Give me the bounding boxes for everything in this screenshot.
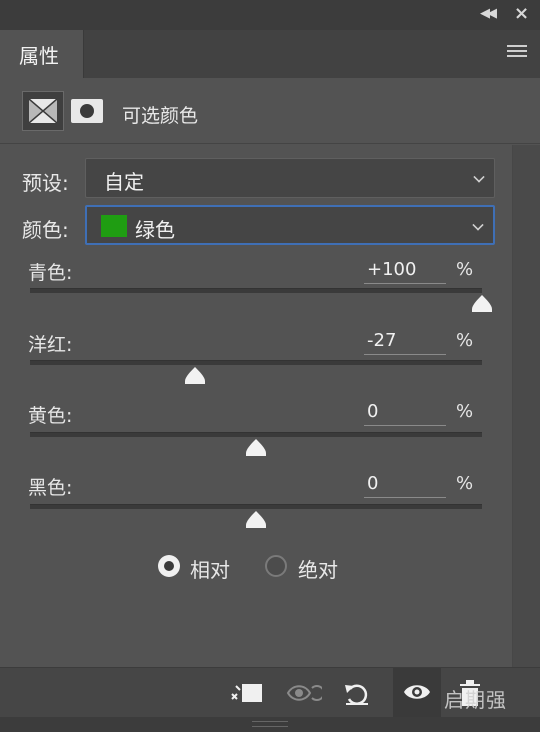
relative-label: 相对 [190, 558, 230, 582]
panel-title-bar: ◀◀ × [0, 0, 540, 30]
magenta-percent: % [456, 330, 474, 351]
cyan-value: +100 [367, 259, 417, 280]
yellow-label: 黄色: [28, 405, 73, 427]
watermark-text: 启期强 [444, 688, 507, 712]
black-percent: % [456, 473, 474, 494]
tab-bar: 属性 [0, 30, 540, 78]
resize-grip[interactable] [0, 717, 540, 732]
magenta-value: -27 [367, 330, 397, 351]
color-swatch [101, 215, 127, 237]
yellow-percent: % [456, 401, 474, 422]
adjustment-header: 可选颜色 [0, 78, 540, 144]
tab-properties[interactable]: 属性 [0, 30, 84, 78]
adjustment-icon-button[interactable] [22, 91, 64, 131]
grip-lines-icon [252, 721, 288, 727]
close-icon[interactable]: × [514, 3, 529, 24]
tab-label: 属性 [19, 44, 59, 68]
preset-label: 预设: [22, 171, 69, 195]
visibility-toggle-button[interactable] [393, 668, 441, 718]
black-label: 黑色: [28, 477, 73, 499]
cyan-label: 青色: [28, 262, 73, 284]
absolute-label: 绝对 [298, 558, 338, 582]
colors-label: 颜色: [22, 218, 69, 242]
yellow-slider-thumb[interactable] [246, 439, 266, 456]
black-slider-thumb[interactable] [246, 511, 266, 528]
magenta-value-field[interactable]: -27 [364, 329, 446, 355]
magenta-label: 洋红: [28, 334, 73, 356]
preset-value: 自定 [104, 170, 144, 194]
black-slider-track[interactable] [30, 504, 482, 509]
magenta-slider-thumb[interactable] [184, 367, 205, 384]
properties-content: 预设: 自定 颜色: 绿色 青色: +100 % 洋红: -27 % 黄色: 0… [0, 145, 512, 667]
black-value: 0 [367, 473, 379, 494]
clip-to-layer-icon[interactable] [230, 680, 264, 706]
chevron-down-icon [473, 171, 485, 183]
adjustment-title: 可选颜色 [122, 105, 199, 127]
cyan-percent: % [456, 259, 474, 280]
collapse-panel-icon[interactable]: ◀◀ [480, 6, 497, 21]
colors-dropdown[interactable]: 绿色 [85, 205, 495, 245]
panel-menu-icon[interactable] [507, 45, 527, 61]
cyan-slider-track[interactable] [30, 288, 482, 293]
selective-color-icon [29, 99, 57, 123]
yellow-value: 0 [367, 401, 379, 422]
reset-icon[interactable] [342, 680, 372, 706]
colors-value: 绿色 [135, 218, 175, 242]
layer-mask-icon[interactable] [71, 99, 103, 123]
magenta-slider-track[interactable] [30, 360, 482, 365]
relative-radio[interactable] [158, 555, 180, 577]
view-previous-state-icon[interactable] [286, 680, 322, 706]
cyan-value-field[interactable]: +100 [364, 258, 446, 284]
chevron-down-icon [472, 219, 484, 231]
yellow-value-field[interactable]: 0 [364, 400, 446, 426]
cyan-slider-thumb[interactable] [472, 295, 492, 312]
preset-dropdown[interactable]: 自定 [85, 158, 495, 198]
yellow-slider-track[interactable] [30, 432, 482, 437]
absolute-radio[interactable] [265, 555, 287, 577]
black-value-field[interactable]: 0 [364, 472, 446, 498]
scrollbar[interactable] [512, 145, 540, 667]
eye-icon [404, 685, 430, 699]
